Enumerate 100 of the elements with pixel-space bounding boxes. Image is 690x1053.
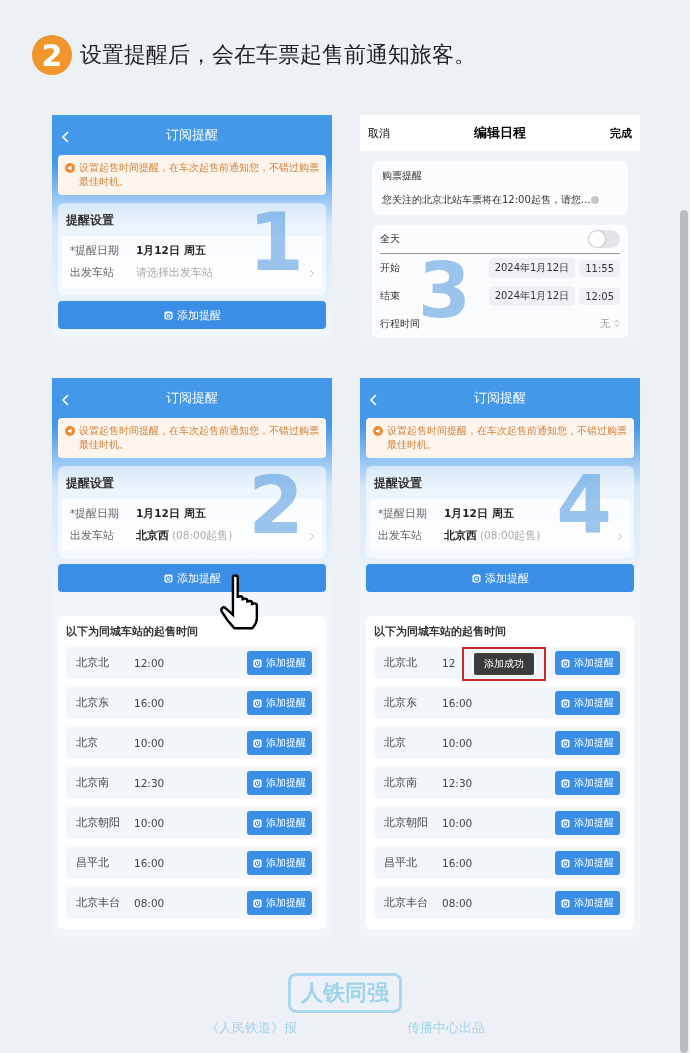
step-number: 2 (248, 474, 304, 538)
field-label: *提醒日期 (70, 244, 121, 258)
clear-icon[interactable] (590, 194, 599, 206)
sale-time: 16:00 (442, 697, 473, 709)
event-title: 购票提醒 (382, 169, 423, 183)
field-label: 开始 (380, 261, 400, 275)
date-value[interactable]: 1月12日 周五 (136, 244, 206, 258)
section-title: 提醒设置 (65, 212, 115, 229)
station-name: 北京南 (76, 776, 110, 790)
alarm-icon (253, 658, 262, 668)
add-reminder-button[interactable]: 添加提醒 (247, 731, 312, 755)
alarm-icon (253, 858, 262, 868)
station-name: 北京朝阳 (76, 816, 121, 830)
add-reminder-button[interactable]: 添加提醒 (247, 651, 312, 675)
station-name: 北京朝阳 (384, 816, 429, 830)
alarm-icon (253, 898, 262, 908)
station-name: 北京北 (76, 656, 110, 670)
sale-time: 08:00 (442, 897, 473, 909)
date-value[interactable]: 1月12日 周五 (444, 507, 514, 521)
alarm-icon (561, 738, 570, 748)
toggle-switch[interactable] (588, 230, 620, 248)
speaker-icon (65, 163, 75, 173)
speaker-icon (373, 426, 383, 436)
add-reminder-button[interactable]: 添加提醒 (555, 731, 620, 755)
add-reminder-button[interactable]: 添加提醒 (58, 301, 326, 329)
station-name: 北京东 (384, 696, 418, 710)
screen-title: 订阅提醒 (166, 389, 218, 407)
station-value[interactable]: 北京西 (444, 529, 477, 543)
notice-text: 设置起售时间提醒，在车次起售前通知您，不错过购票最佳时机。 (79, 161, 319, 189)
add-reminder-button[interactable]: 添加提醒 (58, 564, 326, 592)
date-field[interactable]: 2024年1月12日 (488, 258, 576, 278)
add-reminder-button[interactable]: 添加提醒 (247, 811, 312, 835)
speaker-icon (65, 426, 75, 436)
add-reminder-button[interactable]: 添加提醒 (555, 691, 620, 715)
done-button[interactable]: 完成 (610, 125, 632, 141)
step-number: 4 (556, 474, 612, 538)
sale-time: 10:00 (134, 737, 165, 749)
station-placeholder[interactable]: 请选择出发车站 (136, 266, 213, 280)
screen-title: 订阅提醒 (474, 389, 526, 407)
alarm-icon (561, 858, 570, 868)
notice-text: 设置起售时间提醒，在车次起售前通知您，不错过购票最佳时机。 (79, 424, 319, 452)
add-reminder-button[interactable]: 添加提醒 (247, 891, 312, 915)
station-name: 北京丰台 (76, 896, 121, 910)
add-reminder-button[interactable]: 添加提醒 (366, 564, 634, 592)
add-reminder-button[interactable]: 添加提醒 (555, 851, 620, 875)
station-name: 北京 (76, 736, 99, 750)
date-field[interactable]: 2024年1月12日 (488, 286, 576, 306)
add-reminder-button[interactable]: 添加提醒 (247, 771, 312, 795)
station-value[interactable]: 北京西 (136, 529, 169, 543)
sale-time: 12:00 (134, 657, 165, 669)
step-badge: 2 (32, 35, 72, 75)
alarm-icon (561, 898, 570, 908)
sale-time-note: (08:00起售) (480, 529, 541, 543)
station-name: 北京南 (384, 776, 418, 790)
field-label: 出发车站 (378, 529, 423, 543)
section-title: 提醒设置 (373, 475, 423, 492)
time-field[interactable]: 11:55 (579, 259, 620, 277)
field-label: *提醒日期 (70, 507, 121, 521)
step-number: 3 (418, 261, 471, 322)
alarm-icon (253, 738, 262, 748)
sale-time-note: (08:00起售) (172, 529, 233, 543)
section-title: 提醒设置 (65, 475, 115, 492)
chevron-icon (310, 530, 314, 542)
sale-time: 16:00 (134, 697, 165, 709)
sale-time: 08:00 (134, 897, 165, 909)
add-reminder-button[interactable]: 添加提醒 (247, 691, 312, 715)
station-name: 北京丰台 (384, 896, 429, 910)
field-label: *提醒日期 (378, 507, 429, 521)
field-label: 结束 (380, 289, 400, 303)
add-reminder-button[interactable]: 添加提醒 (555, 651, 620, 675)
add-reminder-button[interactable]: 添加提醒 (555, 811, 620, 835)
toast-message: 添加成功 (474, 653, 534, 675)
logo: 人铁同强 (288, 973, 402, 1013)
sale-time: 12 (442, 657, 456, 669)
notice-text: 设置起售时间提醒，在车次起售前通知您，不错过购票最佳时机。 (387, 424, 627, 452)
sale-time: 10:00 (134, 817, 165, 829)
list-title: 以下为同城车站的起售时间 (66, 624, 199, 639)
station-name: 昌平北 (384, 856, 418, 870)
date-value[interactable]: 1月12日 周五 (136, 507, 206, 521)
field-label: 全天 (380, 232, 400, 246)
time-field[interactable]: 12:05 (579, 287, 620, 305)
alarm-icon (561, 698, 570, 708)
credit-text: 《人民铁道》报 (205, 1019, 297, 1037)
field-label: 出发车站 (70, 529, 115, 543)
alarm-icon (163, 310, 173, 320)
field-label: 行程时间 (380, 317, 420, 331)
chevron-icon (310, 267, 314, 279)
travel-time-value[interactable]: 无 (600, 317, 610, 331)
step-number: 1 (248, 211, 304, 275)
cancel-button[interactable]: 取消 (368, 125, 390, 141)
add-reminder-button[interactable]: 添加提醒 (555, 891, 620, 915)
alarm-icon (471, 573, 481, 583)
screen-title: 订阅提醒 (166, 126, 218, 144)
alarm-icon (163, 573, 173, 583)
alarm-icon (253, 778, 262, 788)
add-reminder-button[interactable]: 添加提醒 (247, 851, 312, 875)
screen-title: 编辑日程 (474, 124, 526, 142)
station-name: 北京东 (76, 696, 110, 710)
add-reminder-button[interactable]: 添加提醒 (555, 771, 620, 795)
station-name: 北京北 (384, 656, 418, 670)
